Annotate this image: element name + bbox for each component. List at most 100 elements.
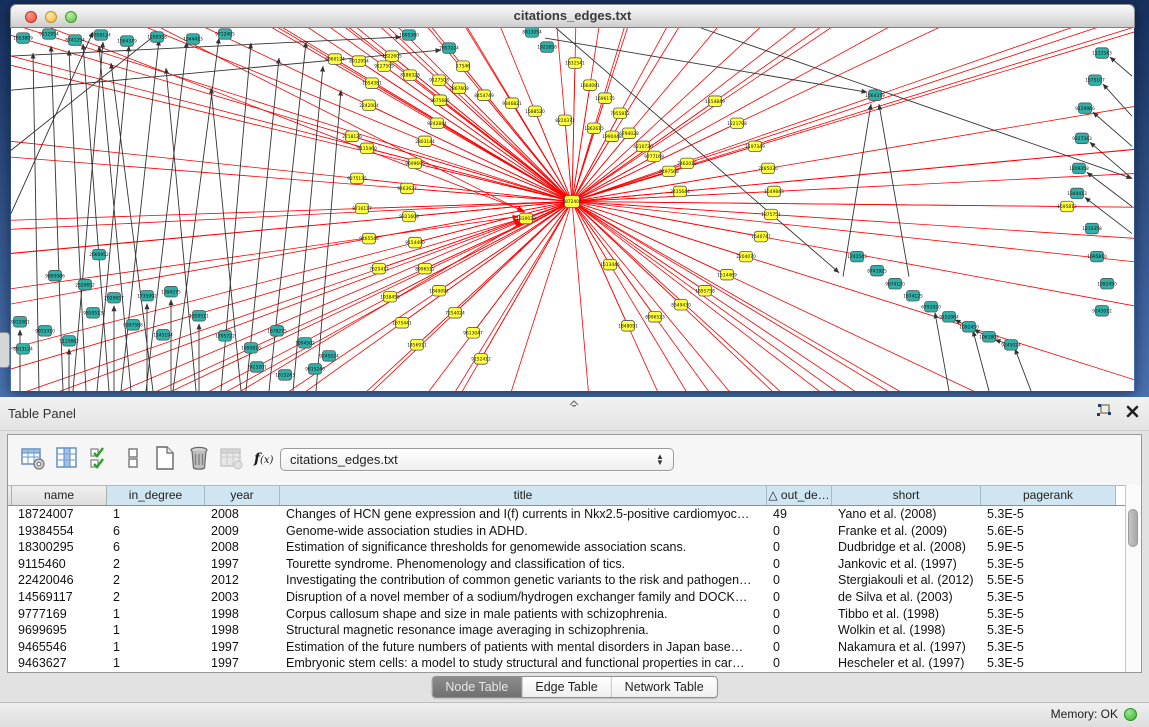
citation-network-graph[interactable]: 1653809921295487412549356124156437912093… [11, 28, 1134, 391]
cell-year[interactable]: 1997 [205, 556, 280, 573]
tab-edge-table[interactable]: Edge Table [521, 677, 610, 697]
close-window-icon[interactable] [25, 11, 37, 23]
cell-name[interactable]: 9115460 [12, 556, 107, 573]
cell-in_degree[interactable]: 2 [107, 572, 205, 589]
cell-short[interactable]: Yano et al. (2008) [832, 506, 981, 523]
cell-out_de[interactable]: 0 [767, 639, 832, 656]
tab-network-table[interactable]: Network Table [611, 677, 717, 697]
cell-pagerank[interactable]: 5.6E-5 [981, 523, 1116, 540]
cell-year[interactable]: 2008 [205, 539, 280, 556]
tab-node-table[interactable]: Node Table [432, 677, 521, 697]
column-header-pagerank[interactable]: pagerank [981, 486, 1116, 505]
cell-out_de[interactable]: 49 [767, 506, 832, 523]
cell-pagerank[interactable]: 5.3E-5 [981, 506, 1116, 523]
clear-selection-icon[interactable] [120, 445, 146, 471]
select-all-icon[interactable] [88, 445, 114, 471]
cell-year[interactable]: 2003 [205, 589, 280, 606]
cell-title[interactable]: Investigating the contribution of common… [280, 572, 767, 589]
column-header-in_degree[interactable]: in_degree [107, 486, 205, 505]
cell-in_degree[interactable]: 2 [107, 556, 205, 573]
cell-in_degree[interactable]: 1 [107, 506, 205, 523]
delete-table-icon[interactable] [218, 445, 244, 471]
control-panel-collapsed-handle[interactable] [0, 332, 10, 368]
column-header-short[interactable]: short [832, 486, 981, 505]
cell-short[interactable]: Hescheler et al. (1997) [832, 655, 981, 672]
cell-year[interactable]: 2009 [205, 523, 280, 540]
close-panel-icon[interactable] [1126, 405, 1139, 418]
cell-out_de[interactable]: 0 [767, 606, 832, 623]
cell-in_degree[interactable]: 1 [107, 606, 205, 623]
cell-title[interactable]: Estimation of significance thresholds fo… [280, 539, 767, 556]
cell-short[interactable]: de Silva et al. (2003) [832, 589, 981, 606]
table-row[interactable]: 1938455462009Genome-wide association stu… [8, 523, 1126, 540]
float-panel-icon[interactable] [1096, 404, 1112, 418]
cell-out_de[interactable]: 0 [767, 655, 832, 672]
table-row[interactable]: 946362711997Embryonic stem cells: a mode… [8, 655, 1126, 672]
cell-out_de[interactable]: 0 [767, 556, 832, 573]
cell-pagerank[interactable]: 5.9E-5 [981, 539, 1116, 556]
cell-title[interactable]: Structural magnetic resonance image aver… [280, 622, 767, 639]
cell-title[interactable]: Embryonic stem cells: a model to study s… [280, 655, 767, 672]
cell-in_degree[interactable]: 6 [107, 539, 205, 556]
cell-pagerank[interactable]: 5.3E-5 [981, 606, 1116, 623]
function-builder-icon[interactable]: f (x) [252, 445, 278, 471]
network-canvas[interactable]: 1653809921295487412549356124156437912093… [11, 28, 1134, 391]
cell-short[interactable]: Jankovic et al. (1997) [832, 556, 981, 573]
cell-pagerank[interactable]: 5.5E-5 [981, 572, 1116, 589]
cell-pagerank[interactable]: 5.3E-5 [981, 589, 1116, 606]
table-row[interactable]: 911546021997Tourette syndrome. Phenomeno… [8, 556, 1126, 573]
table-row[interactable]: 946554611997Estimation of the future num… [8, 639, 1126, 656]
cell-year[interactable]: 2012 [205, 572, 280, 589]
table-scrollbar[interactable] [1125, 485, 1140, 672]
cell-short[interactable]: Franke et al. (2009) [832, 523, 981, 540]
cell-title[interactable]: Disruption of a novel member of a sodium… [280, 589, 767, 606]
cell-name[interactable]: 19384554 [12, 523, 107, 540]
table-row[interactable]: 1456911722003Disruption of a novel membe… [8, 589, 1126, 606]
new-document-icon[interactable] [152, 445, 178, 471]
cell-title[interactable]: Tourette syndrome. Phenomenology and cla… [280, 556, 767, 573]
table-row[interactable]: 2242004622012Investigating the contribut… [8, 572, 1126, 589]
cell-out_de[interactable]: 0 [767, 572, 832, 589]
cell-out_de[interactable]: 0 [767, 589, 832, 606]
cell-short[interactable]: Dudbridge et al. (2008) [832, 539, 981, 556]
cell-out_de[interactable]: 0 [767, 539, 832, 556]
graph-nodes[interactable]: 1653809921295487412549356124156437912093… [11, 28, 1117, 380]
column-header-name[interactable]: name [12, 486, 107, 505]
cell-pagerank[interactable]: 5.3E-5 [981, 655, 1116, 672]
cell-year[interactable]: 1997 [205, 655, 280, 672]
table-row[interactable]: 977716911998Corpus callosum shape and si… [8, 606, 1126, 623]
cell-title[interactable]: Changes of HCN gene expression and I(f) … [280, 506, 767, 523]
cell-year[interactable]: 1998 [205, 622, 280, 639]
minimize-window-icon[interactable] [45, 11, 57, 23]
table-row[interactable]: 969969511998Structural magnetic resonanc… [8, 622, 1126, 639]
column-header-title[interactable]: title [280, 486, 767, 505]
cell-year[interactable]: 1997 [205, 639, 280, 656]
table-selector-dropdown[interactable]: citations_edges.txt ▲▼ [280, 448, 674, 471]
cell-name[interactable]: 18724007 [12, 506, 107, 523]
cell-in_degree[interactable]: 2 [107, 589, 205, 606]
table-settings-icon[interactable] [20, 445, 46, 471]
cell-in_degree[interactable]: 1 [107, 655, 205, 672]
cell-short[interactable]: Stergiakouli et al. (2012) [832, 572, 981, 589]
cell-short[interactable]: Tibbo et al. (1998) [832, 606, 981, 623]
column-header-year[interactable]: year [205, 486, 280, 505]
cell-name[interactable]: 9777169 [12, 606, 107, 623]
column-header-out_de[interactable]: △ out_de… [767, 486, 832, 505]
zoom-window-icon[interactable] [65, 11, 77, 23]
cell-out_de[interactable]: 0 [767, 622, 832, 639]
table-scrollbar-thumb[interactable] [1128, 509, 1138, 547]
cell-name[interactable]: 9463627 [12, 655, 107, 672]
cell-in_degree[interactable]: 6 [107, 523, 205, 540]
table-row[interactable]: 1830029562008Estimation of significance … [8, 539, 1126, 556]
network-window[interactable]: citations_edges.txt 16538099212954874125… [10, 4, 1135, 391]
cell-out_de[interactable]: 0 [767, 523, 832, 540]
cell-pagerank[interactable]: 5.3E-5 [981, 622, 1116, 639]
cell-year[interactable]: 1998 [205, 606, 280, 623]
cell-title[interactable]: Corpus callosum shape and size in male p… [280, 606, 767, 623]
cell-in_degree[interactable]: 1 [107, 622, 205, 639]
cell-title[interactable]: Genome-wide association studies in ADHD. [280, 523, 767, 540]
cell-name[interactable]: 9465546 [12, 639, 107, 656]
cell-name[interactable]: 22420046 [12, 572, 107, 589]
cell-name[interactable]: 18300295 [12, 539, 107, 556]
cell-pagerank[interactable]: 5.3E-5 [981, 639, 1116, 656]
